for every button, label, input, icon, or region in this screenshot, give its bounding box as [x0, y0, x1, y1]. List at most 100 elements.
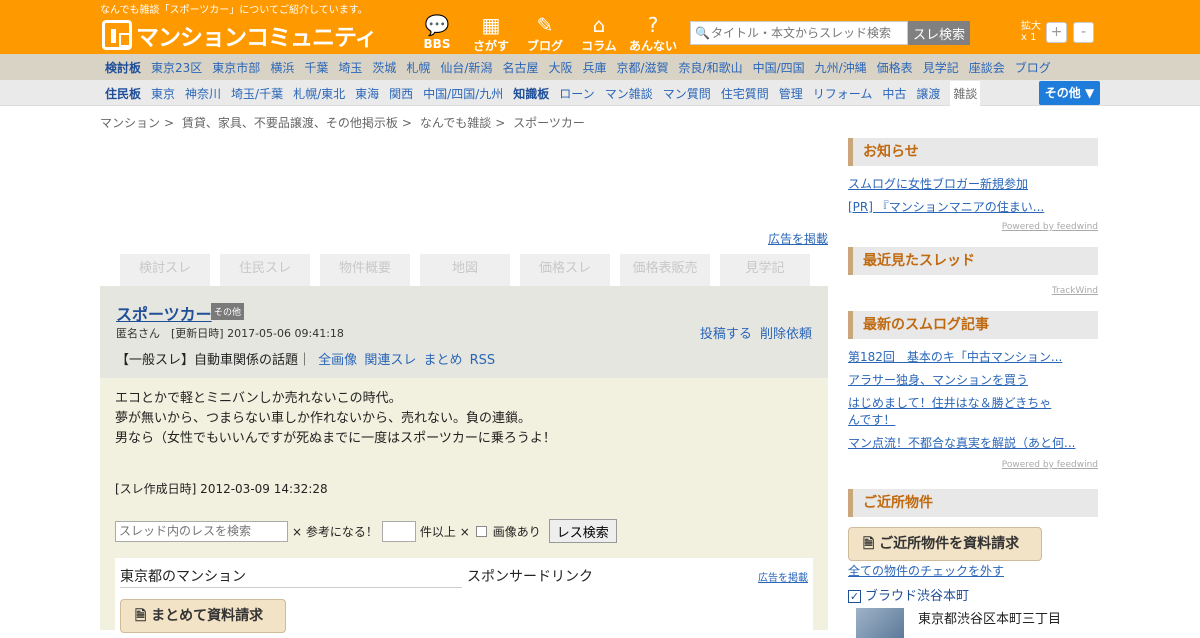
zoom-out-button[interactable]: -: [1073, 22, 1094, 43]
row1-item[interactable]: 価格表: [877, 59, 913, 76]
sponsored-title: スポンサードリンク: [467, 569, 593, 585]
thread-title[interactable]: スポーツカー: [116, 301, 212, 325]
row1-item[interactable]: 奈良/和歌山: [679, 59, 743, 76]
rss-link[interactable]: RSS: [470, 353, 496, 368]
sumlog-heading: 最新のスムログ記事: [848, 311, 1098, 339]
post-link[interactable]: 投稿する: [700, 327, 752, 342]
ad-post-link-inner[interactable]: 広告を掲載: [758, 569, 808, 584]
row2-item[interactable]: 神奈川: [185, 85, 221, 102]
reply-search-button[interactable]: レス検索: [548, 519, 617, 543]
sumlog-item[interactable]: はじめまして！住井はな＆勝どきちゃんです！: [848, 395, 1063, 429]
breadcrumb-item[interactable]: 賃貸、家具、不要品譲渡、その他掲示板: [182, 116, 398, 130]
row2-item[interactable]: 埼玉/千葉: [231, 85, 283, 102]
divider: [120, 587, 462, 588]
property-card[interactable]: 東京都渋谷区本町三丁目: [848, 608, 1098, 638]
bulk-request-button[interactable]: 🗎 まとめて資料請求: [120, 599, 286, 633]
row1-item[interactable]: 東京市部: [212, 59, 260, 76]
breadcrumb-item[interactable]: なんでも雑談: [420, 116, 491, 130]
recent-heading: 最近見たスレッド: [848, 247, 1098, 275]
row1-item[interactable]: 茨城: [372, 59, 396, 76]
sumlog-item[interactable]: アラサー独身、マンションを買う: [848, 372, 1098, 389]
row1-item[interactable]: 東京23区: [151, 59, 202, 76]
breadcrumb-current: スポーツカー: [513, 116, 585, 130]
row1-item[interactable]: 千葉: [304, 59, 328, 76]
row1-item[interactable]: 名古屋: [502, 59, 538, 76]
zoom-in-button[interactable]: +: [1046, 22, 1067, 43]
helpful-count-input[interactable]: [381, 520, 416, 542]
row2-item[interactable]: ローン: [559, 85, 594, 102]
row2-item[interactable]: 札幌/東北: [293, 85, 345, 102]
row1-item[interactable]: 中国/四国: [753, 59, 805, 76]
row1-item[interactable]: 見学記: [923, 59, 959, 76]
row1-item[interactable]: 座談会: [969, 59, 1005, 76]
row2-item[interactable]: 東京: [151, 85, 175, 102]
row1-item[interactable]: 仙台/新潟: [440, 59, 492, 76]
row2-item[interactable]: 中古: [882, 85, 906, 102]
more-button[interactable]: その他 ▼: [1039, 81, 1100, 105]
news-item[interactable]: スムログに女性ブロガー新規参加: [848, 176, 1098, 193]
nearby-request-button[interactable]: 🗎 ご近所物件を資料請求: [848, 527, 1042, 561]
row1-item[interactable]: 検討板: [105, 59, 141, 76]
row2-item[interactable]: 管理: [779, 85, 803, 102]
site-logo[interactable]: マンションコミュニティ: [102, 18, 378, 52]
row2-item[interactable]: 住宅質問: [721, 85, 769, 102]
logo-text: マンションコミュニティ: [136, 25, 378, 51]
checkbox-checked-icon[interactable]: ✓: [848, 590, 861, 603]
powered-by-link[interactable]: Powered by feedwind: [848, 460, 1098, 470]
tab-price: 価格スレ: [520, 254, 610, 286]
row2-item[interactable]: 譲渡: [916, 85, 940, 102]
nav-blog[interactable]: ✎ ブログ: [518, 14, 572, 54]
property-thumbnail: [856, 608, 904, 638]
row2-item[interactable]: 雑談: [950, 80, 981, 106]
row2-item[interactable]: 住民板: [105, 85, 141, 102]
row2-item[interactable]: マン雑談: [605, 85, 653, 102]
nav-search[interactable]: ▦ さがす: [464, 14, 518, 54]
row1-item[interactable]: 九州/沖縄: [815, 59, 867, 76]
summary-link[interactable]: まとめ: [423, 353, 462, 368]
buildings-icon: ▦: [481, 13, 501, 37]
row1-item[interactable]: 横浜: [270, 59, 294, 76]
row2-item[interactable]: 関西: [389, 85, 413, 102]
tab-visit: 見学記: [720, 254, 810, 286]
house-icon: ⌂: [592, 13, 606, 37]
tab-map: 地図: [420, 254, 510, 286]
uncheck-all-link[interactable]: 全ての物件のチェックを外す: [848, 563, 1098, 580]
thread-actions: 投稿する 削除依頼: [696, 323, 812, 342]
property-tabs: 検討スレ 住民スレ 物件概要 地図 価格スレ 価格表販売 見学記: [120, 254, 820, 286]
row1-item[interactable]: 京都/滋賀: [616, 59, 668, 76]
nav-guide[interactable]: ? あんない: [626, 14, 680, 54]
document-icon: 🗎: [863, 536, 880, 552]
row2-item[interactable]: 中国/四国/九州: [423, 85, 503, 102]
reply-search-input[interactable]: [115, 520, 288, 542]
all-images-link[interactable]: 全画像: [318, 353, 357, 368]
row1-item[interactable]: 兵庫: [582, 59, 606, 76]
search-button[interactable]: スレ検索: [908, 21, 970, 45]
property-checkbox-row[interactable]: ✓ ブラウド渋谷本町: [848, 585, 1098, 604]
row1-item[interactable]: 埼玉: [338, 59, 362, 76]
reply-filter: × 参考になる！ 件以上 × 画像あり レス検索: [115, 519, 617, 543]
search-input[interactable]: [711, 26, 901, 40]
site-header: なんでも雑談「スポーツカー」についてご紹介しています。 マンションコミュニティ …: [0, 0, 1200, 54]
powered-by-link[interactable]: Powered by feedwind: [848, 222, 1098, 232]
nav-bbs[interactable]: 💬 BBS: [410, 14, 464, 54]
sumlog-item[interactable]: 第182回 基本のキ「中古マンション...: [848, 349, 1098, 366]
image-checkbox[interactable]: [475, 525, 487, 537]
row2-item[interactable]: 知識板: [513, 85, 549, 102]
tab-jumin: 住民スレ: [220, 254, 310, 286]
row1-item[interactable]: 札幌: [406, 59, 430, 76]
news-item[interactable]: [PR] 『マンションマニアの住まい...: [848, 199, 1098, 216]
sumlog-item[interactable]: マン点流！不都合な真実を解説（あと何...: [848, 435, 1098, 452]
tab-kentou: 検討スレ: [120, 254, 210, 286]
nav-column[interactable]: ⌂ コラム: [572, 14, 626, 54]
delete-request-link[interactable]: 削除依頼: [760, 327, 812, 342]
breadcrumb-item[interactable]: マンション: [100, 116, 160, 130]
row2-item[interactable]: 東海: [355, 85, 379, 102]
ad-post-link[interactable]: 広告を掲載: [768, 230, 828, 247]
row2-item[interactable]: リフォーム: [813, 85, 873, 102]
related-link[interactable]: 関連スレ: [364, 353, 416, 368]
pen-icon: ✎: [536, 13, 554, 37]
trackwind-link[interactable]: TrackWind: [848, 286, 1098, 296]
row1-item[interactable]: 大阪: [548, 59, 572, 76]
row1-item[interactable]: ブログ: [1015, 59, 1051, 76]
row2-item[interactable]: マン質問: [663, 85, 711, 102]
